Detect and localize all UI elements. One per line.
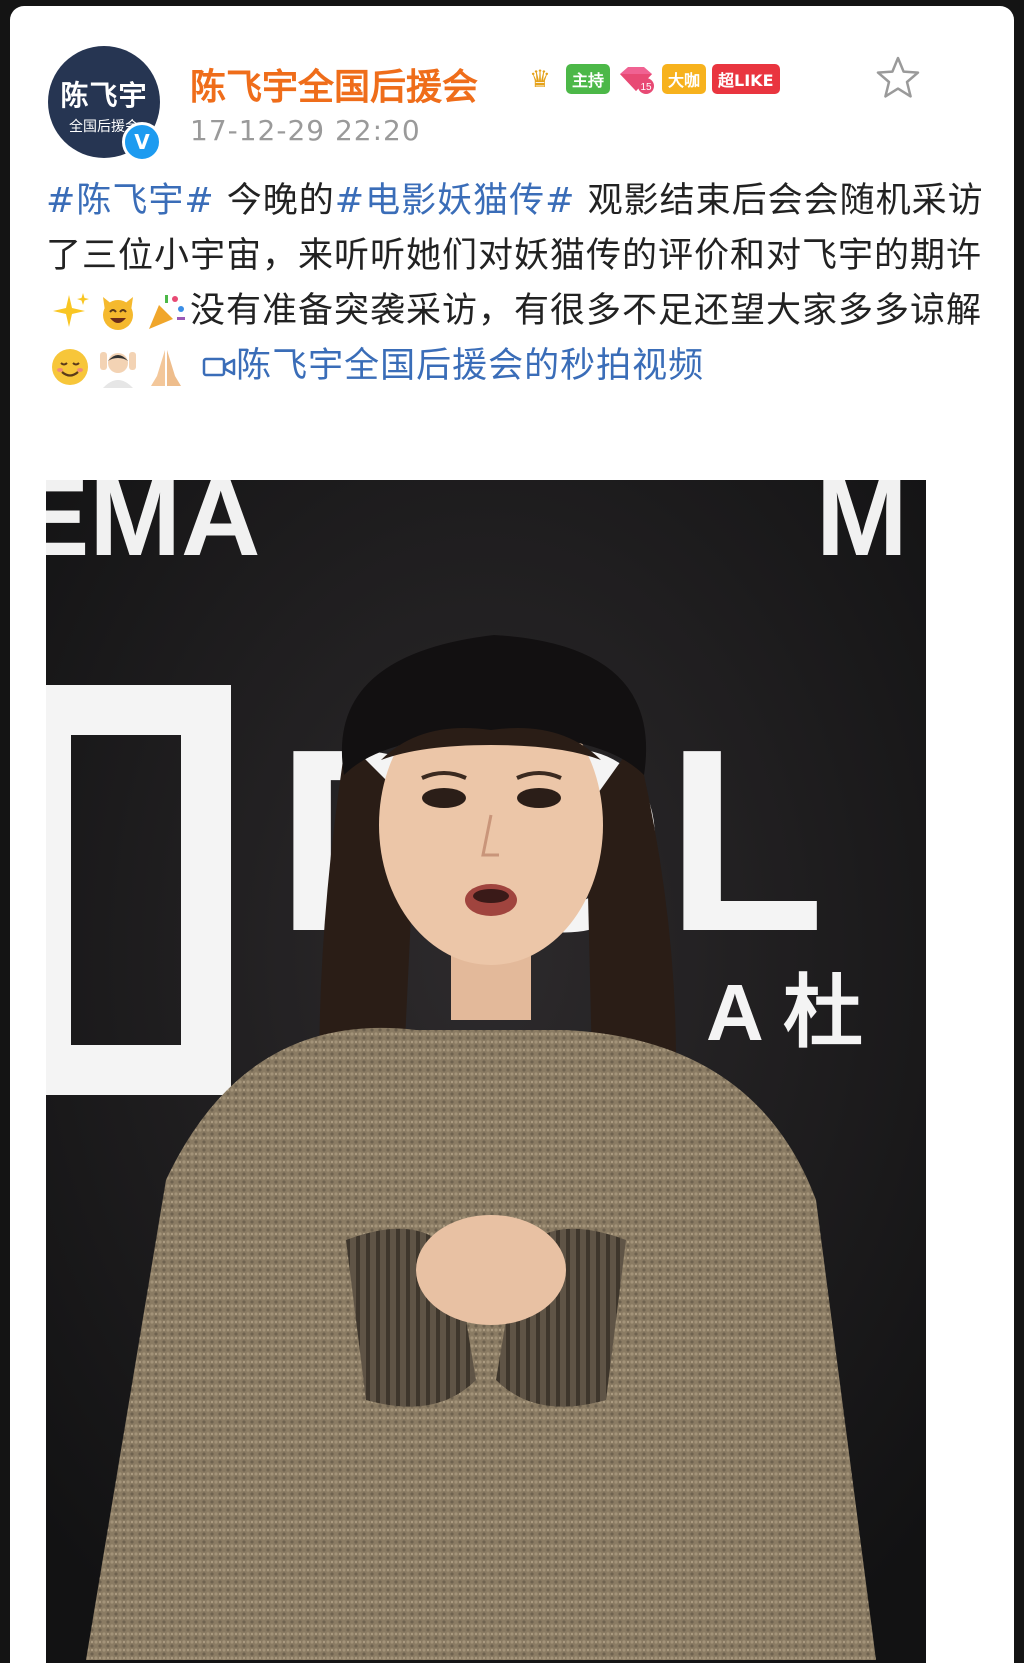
post-body-text: #陈飞宇# 今晚的#电影妖猫传# 观影结束后会会随机采访了三位小宇宙，来听听她们… (46, 174, 986, 394)
smiling-emoji (52, 349, 88, 385)
avatar-title: 陈飞宇 (60, 79, 148, 112)
super-like-badge: 超LIKE (712, 64, 780, 94)
video-frame: EMA M DOL A 杜 (46, 480, 926, 1663)
post-timestamp: 17-12-29 22:20 (190, 114, 421, 147)
user-badges: ♛ 主持 15 大咖 超LIKE (520, 64, 780, 94)
sparkles-emoji (53, 293, 89, 327)
text-part-3: 没有准备突袭采访，有很多不足还望大家多多谅解 (190, 291, 983, 331)
text-part-1: 今晚的 (214, 181, 335, 221)
hashtag-chen-feiyu[interactable]: #陈飞宇# (46, 181, 215, 221)
background-sign-sub: A 杜 (706, 968, 863, 1057)
person-gesturing-emoji (100, 352, 136, 388)
video-link[interactable]: 陈飞宇全国后援会的秒拍视频 (202, 346, 704, 386)
background-sign-top: EMA (46, 480, 260, 579)
video-link-label: 陈飞宇全国后援会的秒拍视频 (236, 346, 705, 386)
crown-icon: ♛ (529, 65, 551, 93)
hashtag-movie[interactable]: #电影妖猫传# (335, 181, 576, 221)
weibo-post-card: 陈飞宇 全国后援会 V 陈飞宇全国后援会 ♛ 主持 15 大咖 超LIKE 17… (10, 6, 1014, 1663)
background-sign-right: M (816, 480, 908, 579)
host-badge: 主持 (566, 64, 611, 94)
verified-badge-icon: V (122, 122, 162, 162)
video-player[interactable]: EMA M DOL A 杜 (46, 480, 926, 1663)
diamond-level-icon: 15 (616, 64, 656, 94)
level-number: 15 (640, 82, 652, 93)
cat-emoji (103, 297, 133, 330)
username[interactable]: 陈飞宇全国后援会 (190, 58, 478, 110)
folded-hands-emoji (151, 350, 181, 386)
party-popper-emoji (149, 295, 185, 329)
favorite-star-icon[interactable] (874, 54, 922, 102)
vip-badge: 大咖 (662, 64, 707, 94)
video-camera-icon (202, 357, 236, 377)
